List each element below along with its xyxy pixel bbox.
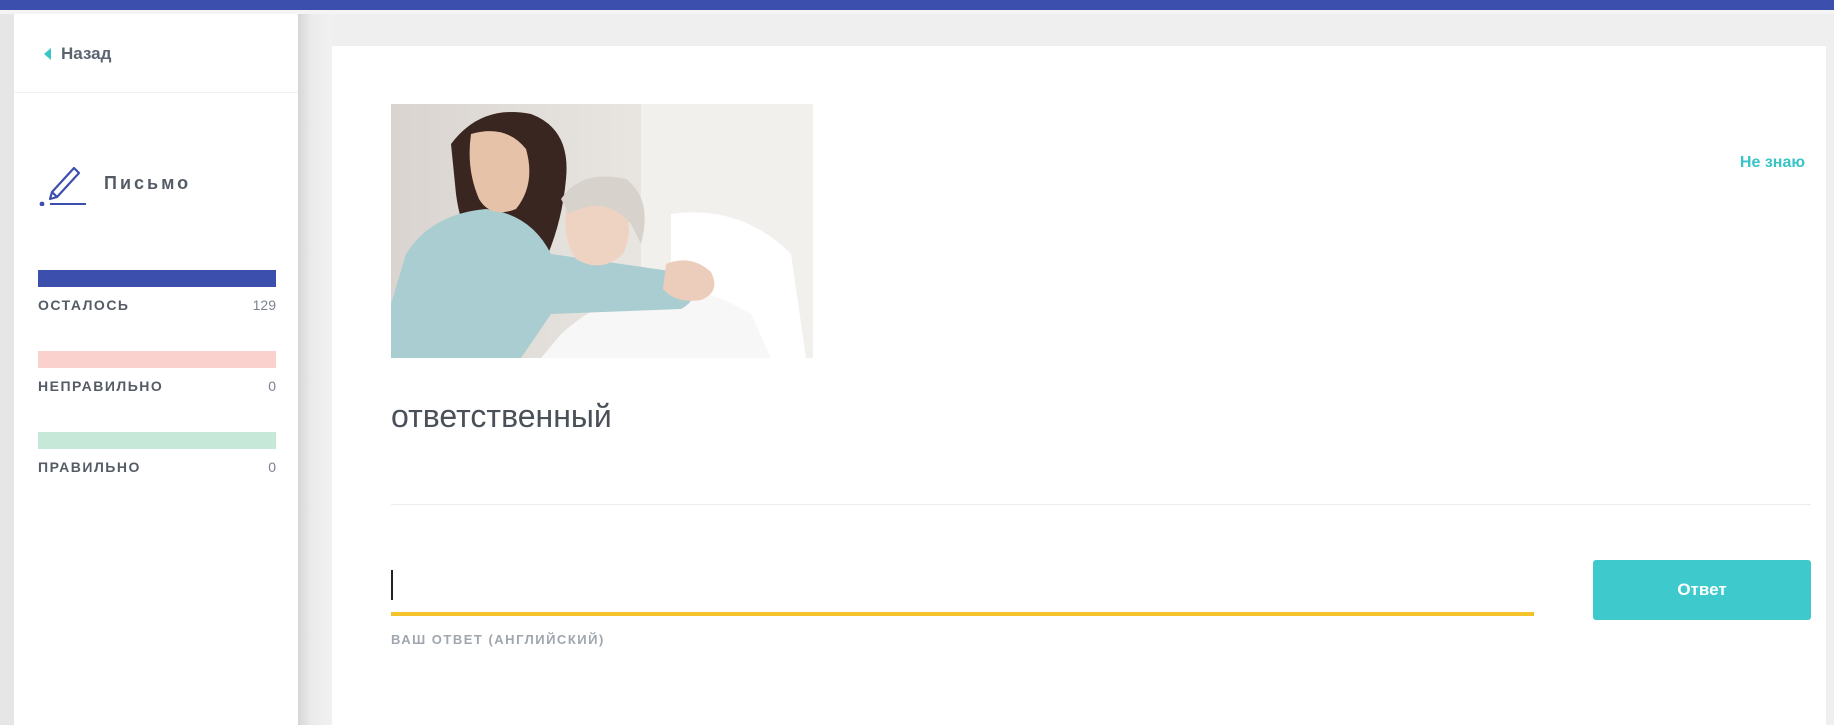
stat-incorrect-bar — [38, 351, 276, 368]
content-divider — [391, 504, 1811, 505]
pen-writing-icon — [39, 166, 86, 206]
stat-incorrect: НЕПРАВИЛЬНО 0 — [38, 351, 276, 394]
mode-label: Письмо — [104, 172, 192, 193]
dont-know-link[interactable]: Не знаю — [1740, 154, 1805, 172]
stat-remaining-label: ОСТАЛОСЬ — [38, 297, 130, 313]
photo-drawing — [391, 104, 813, 358]
back-button[interactable]: Назад — [44, 42, 111, 66]
answer-input[interactable] — [391, 558, 1534, 612]
sidebar-divider — [14, 92, 298, 93]
window-left-edge — [0, 14, 14, 725]
stat-remaining-bar — [38, 270, 276, 287]
word-illustration-image — [391, 104, 813, 358]
submit-answer-button[interactable]: Ответ — [1593, 560, 1811, 620]
stat-correct: ПРАВИЛЬНО 0 — [38, 432, 276, 475]
prompt-word: ответственный — [391, 398, 612, 434]
stat-incorrect-label: НЕПРАВИЛЬНО — [38, 378, 164, 394]
stat-correct-label: ПРАВИЛЬНО — [38, 459, 141, 475]
back-arrow-icon — [44, 48, 51, 60]
answer-field-wrapper — [391, 558, 1534, 616]
sidebar-shadow — [298, 14, 332, 725]
top-accent-bar — [0, 0, 1834, 10]
answer-field-label: ВАШ ОТВЕТ (АНГЛИЙСКИЙ) — [391, 632, 605, 647]
stat-incorrect-count: 0 — [268, 378, 276, 394]
back-label: Назад — [61, 44, 112, 63]
stat-remaining-count: 129 — [252, 297, 276, 313]
stat-correct-bar — [38, 432, 276, 449]
stat-remaining: ОСТАЛОСЬ 129 — [38, 270, 276, 313]
stat-correct-count: 0 — [268, 459, 276, 475]
text-caret — [391, 570, 393, 600]
mode-indicator: Письмо — [38, 160, 191, 206]
